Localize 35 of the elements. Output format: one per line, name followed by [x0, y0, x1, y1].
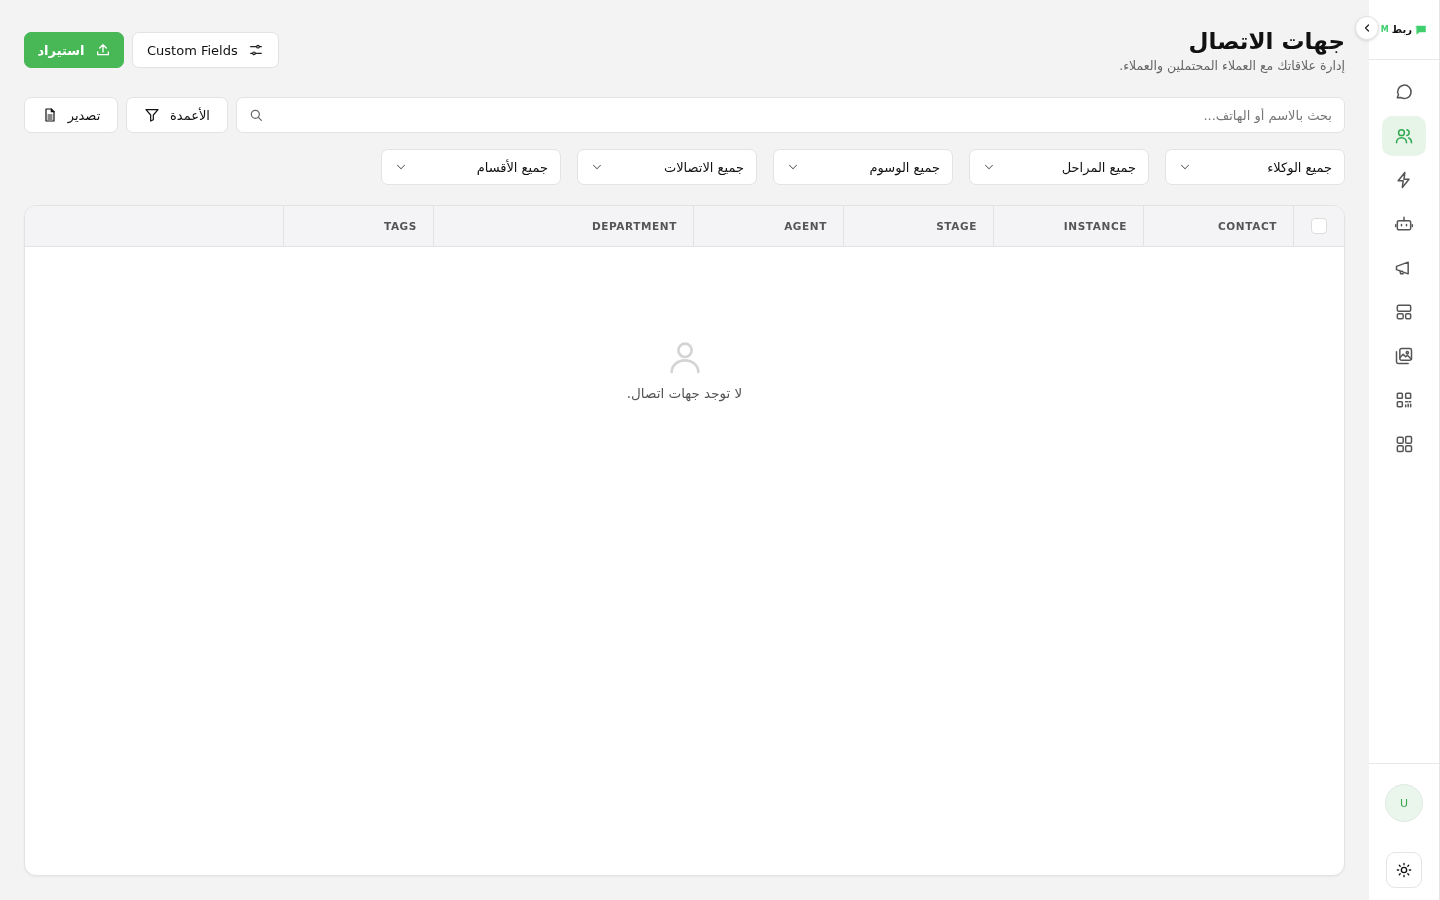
- export-button[interactable]: تصدير: [24, 97, 118, 133]
- gallery-icon: [1394, 346, 1414, 366]
- chat-bubble-icon: [1394, 82, 1414, 102]
- apps-grid-icon: [1394, 434, 1414, 454]
- filter-icon: [144, 107, 161, 123]
- columns-button[interactable]: الأعمدة: [126, 97, 228, 133]
- filter-dropdown[interactable]: جميع الأقسام: [381, 149, 561, 185]
- column-header: TAGS: [283, 206, 433, 246]
- users-icon: [1394, 126, 1414, 146]
- custom-fields-button[interactable]: Custom Fields: [132, 32, 279, 68]
- qr-code-icon: [1394, 390, 1414, 410]
- column-header: INSTANCE: [993, 206, 1143, 246]
- layout-icon: [1394, 302, 1414, 322]
- filter-dropdown[interactable]: جميع الوسوم: [773, 149, 953, 185]
- collapse-button[interactable]: [1355, 16, 1379, 40]
- column-header: STAGE: [843, 206, 993, 246]
- search-icon: [248, 107, 264, 123]
- page-subtitle: إدارة علاقاتك مع العملاء المحتملين والعملاء.: [1119, 58, 1345, 73]
- empty-state-message: لا توجد جهات اتصال.: [626, 385, 743, 401]
- sun-icon: [1396, 862, 1412, 878]
- column-header: CONTACT: [1143, 206, 1293, 246]
- filter-dropdown[interactable]: جميع الاتصالات: [577, 149, 757, 185]
- robot-icon: [1394, 214, 1414, 234]
- filter-dropdown[interactable]: جميع المراحل: [969, 149, 1149, 185]
- logo-text: ربط: [1391, 24, 1412, 35]
- theme-toggle[interactable]: [1386, 852, 1422, 888]
- filter-dropdown[interactable]: جميع الوكلاء: [1165, 149, 1345, 185]
- sliders-icon: [247, 42, 264, 58]
- page-title: جهات الاتصال: [1187, 28, 1345, 54]
- select-all-checkbox[interactable]: [1311, 218, 1327, 234]
- logo-text: M: [1380, 25, 1389, 34]
- column-header: AGENT: [693, 206, 843, 246]
- logo-icon: [1415, 23, 1427, 36]
- column-header: DEPARTMENT: [433, 206, 693, 246]
- upload-icon: [94, 42, 111, 58]
